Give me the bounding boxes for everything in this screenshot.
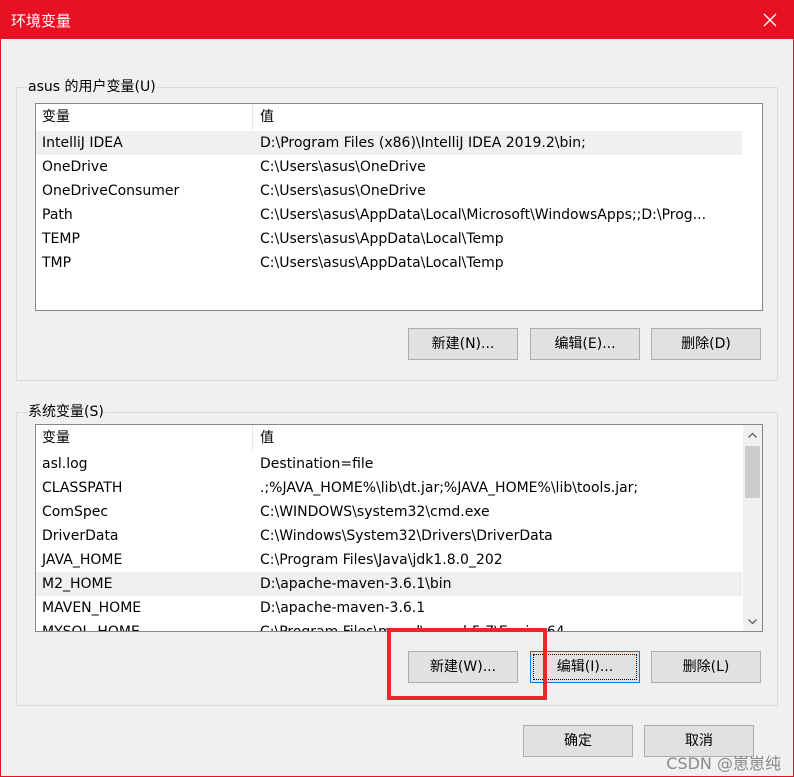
row-variable: OneDrive: [42, 159, 108, 175]
user-delete-button[interactable]: 删除(D): [651, 328, 761, 360]
user-list-header: 变量 值: [36, 104, 762, 130]
user-variables-group: asus 的用户变量(U) 变量 值 IntelliJ IDEA D:\Prog…: [16, 78, 778, 381]
column-header-value[interactable]: 值: [253, 104, 753, 130]
row-variable: ComSpec: [42, 504, 109, 520]
row-value: Destination=file: [260, 456, 374, 472]
row-value: C:\Users\asus\AppData\Local\Temp: [260, 255, 504, 271]
row-variable: asl.log: [42, 456, 88, 472]
row-value: C:\WINDOWS\system32\cmd.exe: [260, 504, 490, 520]
row-value: C:\Program Files\Java\jdk1.8.0_202: [260, 552, 503, 568]
row-value: C:\Users\asus\AppData\Local\Microsoft\Wi…: [260, 207, 707, 223]
table-row[interactable]: ComSpec C:\WINDOWS\system32\cmd.exe: [36, 500, 742, 524]
chevron-down-icon: [748, 618, 757, 624]
table-row[interactable]: TMP C:\Users\asus\AppData\Local\Temp: [36, 251, 742, 275]
window-title: 环境变量: [11, 12, 72, 30]
row-variable: MAVEN_HOME: [42, 600, 142, 616]
table-row[interactable]: MAVEN_HOME D:\apache-maven-3.6.1: [36, 596, 742, 620]
row-variable: TMP: [42, 255, 72, 271]
row-value: C:\Users\asus\OneDrive: [260, 183, 426, 199]
table-row[interactable]: JAVA_HOME C:\Program Files\Java\jdk1.8.0…: [36, 548, 742, 572]
system-variables-label: 系统变量(S): [27, 403, 105, 421]
table-row[interactable]: M2_HOME D:\apache-maven-3.6.1\bin: [36, 572, 742, 596]
annotation-highlight-box: [387, 628, 547, 700]
row-value: D:\Program Files (x86)\IntelliJ IDEA 201…: [260, 135, 586, 151]
scroll-up-button[interactable]: [743, 425, 762, 444]
user-new-button[interactable]: 新建(N)...: [408, 328, 518, 360]
close-icon: [763, 13, 777, 27]
row-variable: M2_HOME: [42, 576, 113, 592]
row-variable: JAVA_HOME: [42, 552, 123, 568]
table-row[interactable]: TEMP C:\Users\asus\AppData\Local\Temp: [36, 227, 742, 251]
system-delete-button[interactable]: 删除(L): [651, 651, 761, 683]
table-row[interactable]: DriverData C:\Windows\System32\Drivers\D…: [36, 524, 742, 548]
watermark: CSDN @崽崽纯: [666, 754, 781, 773]
row-variable: TEMP: [42, 231, 80, 247]
column-header-variable[interactable]: 变量: [36, 425, 253, 451]
user-edit-button[interactable]: 编辑(E)...: [530, 328, 640, 360]
table-row[interactable]: IntelliJ IDEA D:\Program Files (x86)\Int…: [36, 131, 742, 155]
title-bar: 环境变量: [1, 1, 793, 39]
column-header-value[interactable]: 值: [253, 425, 753, 451]
environment-variables-dialog: 环境变量 asus 的用户变量(U) 变量 值 IntelliJ IDEA D:…: [0, 0, 794, 777]
table-row[interactable]: OneDrive C:\Users\asus\OneDrive: [36, 155, 742, 179]
vertical-scrollbar[interactable]: [743, 425, 762, 631]
table-row[interactable]: CLASSPATH .;%JAVA_HOME%\lib\dt.jar;%JAVA…: [36, 476, 742, 500]
user-variables-list[interactable]: 变量 值 IntelliJ IDEA D:\Program Files (x86…: [35, 103, 763, 311]
row-value: C:\Users\asus\OneDrive: [260, 159, 426, 175]
user-variables-label: asus 的用户变量(U): [27, 78, 157, 96]
row-variable: MYSQL_HOME: [42, 624, 140, 632]
column-header-variable[interactable]: 变量: [36, 104, 253, 130]
system-variables-list[interactable]: 变量 值 asl.log Destination=file CLASSPATH …: [35, 424, 763, 632]
row-value: C:\Users\asus\AppData\Local\Temp: [260, 231, 504, 247]
row-variable: OneDriveConsumer: [42, 183, 180, 199]
row-value: C:\Windows\System32\Drivers\DriverData: [260, 528, 553, 544]
scroll-down-button[interactable]: [743, 612, 762, 631]
row-value: D:\apache-maven-3.6.1\bin: [260, 576, 452, 592]
close-button[interactable]: [747, 1, 793, 39]
row-variable: IntelliJ IDEA: [42, 135, 123, 151]
ok-button[interactable]: 确定: [523, 725, 633, 757]
row-value: .;%JAVA_HOME%\lib\dt.jar;%JAVA_HOME%\lib…: [260, 480, 639, 496]
table-row[interactable]: OneDriveConsumer C:\Users\asus\OneDrive: [36, 179, 742, 203]
table-row[interactable]: Path C:\Users\asus\AppData\Local\Microso…: [36, 203, 742, 227]
table-row[interactable]: asl.log Destination=file: [36, 452, 742, 476]
row-variable: DriverData: [42, 528, 119, 544]
row-value: D:\apache-maven-3.6.1: [260, 600, 426, 616]
chevron-up-icon: [748, 432, 757, 438]
system-list-header: 变量 值: [36, 425, 762, 451]
row-variable: Path: [42, 207, 73, 223]
scrollbar-thumb[interactable]: [745, 446, 760, 498]
row-variable: CLASSPATH: [42, 480, 123, 496]
